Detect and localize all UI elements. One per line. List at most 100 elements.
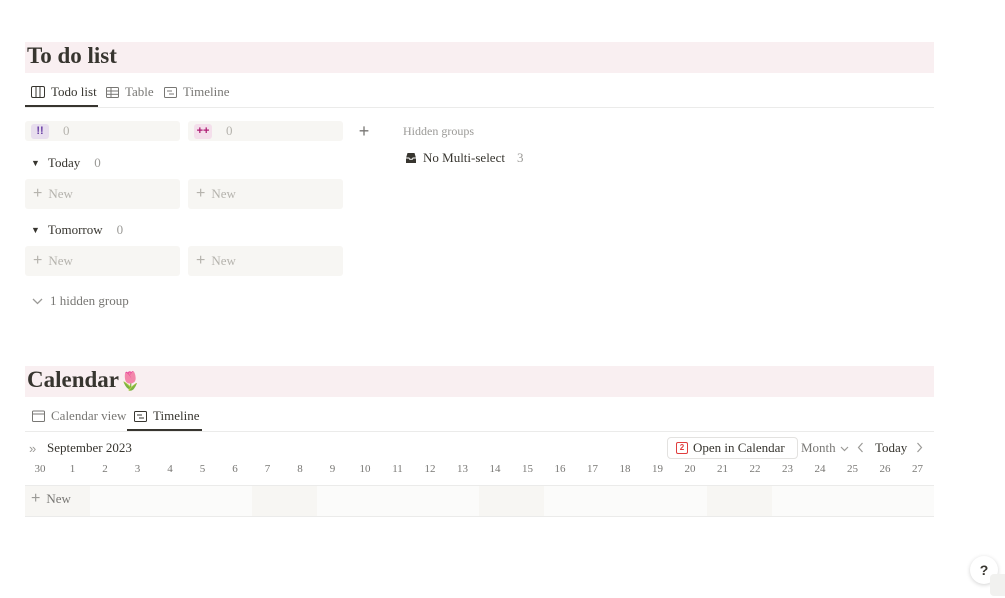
tab-calendar-view-label: Calendar view: [51, 408, 127, 423]
new-card-label: New: [211, 186, 236, 201]
calendar-icon-day: 2: [679, 443, 685, 452]
next-button[interactable]: [916, 441, 923, 457]
timeline-day-number: 2: [102, 463, 108, 475]
double-chevron-right-icon: »: [29, 441, 37, 456]
column-count: 0: [226, 123, 233, 138]
tab-calendar-view[interactable]: Calendar view: [31, 408, 126, 424]
new-card-label: New: [211, 253, 236, 268]
column-header-plus[interactable]: ++ 0: [188, 121, 343, 141]
open-in-calendar-button[interactable]: 2 Open in Calendar: [667, 437, 798, 459]
prev-button[interactable]: [857, 441, 864, 457]
timeline-day-number: 8: [297, 463, 303, 475]
timeline-day-number: 3: [134, 463, 141, 475]
tab-calendar-timeline-label: Timeline: [153, 408, 200, 423]
chevron-left-icon: [857, 441, 864, 456]
tab-table-label: Table: [125, 84, 154, 99]
timeline-day-number: 15: [522, 463, 533, 475]
timeline-day-number: 16: [554, 463, 566, 475]
new-card-button[interactable]: + New: [25, 246, 180, 276]
calendar-tabs-divider: [25, 431, 934, 432]
group-count: 0: [94, 155, 101, 170]
month-label: September 2023: [47, 440, 132, 455]
timeline-day-number: 19: [652, 463, 663, 475]
hidden-group-toggle[interactable]: 1 hidden group: [30, 293, 129, 309]
plus-icon: +: [33, 185, 43, 202]
timeline-icon: [133, 409, 147, 423]
tab-todo-list-label: Todo list: [51, 84, 97, 99]
new-card-button[interactable]: + New: [188, 179, 343, 209]
corner-widget: [990, 574, 1005, 596]
tab-calendar-timeline[interactable]: Timeline: [133, 408, 199, 424]
new-card-label: New: [48, 186, 73, 201]
timeline-day-number: 5: [199, 463, 206, 475]
triangle-down-icon: ▼: [31, 158, 40, 168]
todo-page-title: To do list: [27, 43, 117, 68]
tab-timeline-label: Timeline: [183, 84, 230, 99]
timeline-day-number: 10: [359, 463, 371, 475]
hidden-group-item[interactable]: No Multi-select 3: [404, 150, 523, 166]
timeline-bottom-border: [25, 516, 934, 517]
column-header-priority[interactable]: !! 0: [25, 121, 180, 141]
timeline-day-number: 21: [717, 463, 728, 475]
tab-table[interactable]: Table: [105, 84, 154, 100]
calendar-page-title: Calendar🌷: [27, 367, 141, 393]
hidden-group-toggle-label: 1 hidden group: [50, 293, 129, 308]
help-icon: ?: [979, 562, 989, 578]
inbox-icon: [404, 151, 418, 165]
plus-icon: +: [33, 252, 43, 269]
group-label: Today: [47, 155, 81, 170]
timeline-day-number: 20: [684, 463, 696, 475]
calendar-header-banner: Calendar🌷: [25, 366, 934, 397]
group-label: Tomorrow: [47, 222, 103, 237]
timeline-day-number: 23: [782, 463, 793, 475]
column-tag: ++: [194, 123, 212, 139]
weekend-shade: [479, 486, 544, 516]
weekend-shade: [252, 486, 317, 516]
timeline-icon: [163, 85, 177, 99]
calendar-icon: [31, 409, 45, 423]
timeline-day-number: 22: [749, 463, 761, 475]
new-card-button[interactable]: + New: [25, 179, 180, 209]
timeline-day-number: 4: [167, 463, 173, 475]
timeline-new-button[interactable]: + New: [31, 490, 71, 508]
hidden-group-count: 3: [516, 150, 524, 165]
column-count: 0: [63, 123, 70, 138]
chevron-right-icon: [916, 441, 923, 456]
tab-todo-list[interactable]: Todo list: [31, 84, 97, 100]
plus-icon: +: [196, 252, 206, 269]
calendar-title-text: Calendar: [27, 367, 119, 392]
new-card-label: New: [48, 253, 73, 268]
tulip-icon: 🌷: [119, 371, 142, 391]
timeline-day-number: 9: [329, 463, 336, 475]
timeline-day-number: 17: [587, 463, 598, 475]
timeline-day-number: 13: [457, 463, 468, 475]
timeline-new-label: New: [46, 491, 71, 506]
timeline-day-number: 7: [264, 463, 271, 475]
timeline-day-number: 6: [232, 463, 238, 475]
range-select-label: Month: [801, 440, 836, 455]
plus-icon: +: [358, 121, 370, 141]
hidden-groups-heading: Hidden groups: [403, 124, 474, 138]
plus-icon: +: [31, 490, 41, 507]
chevron-down-icon: [840, 440, 849, 456]
calendar-app-icon: 2: [676, 442, 688, 454]
range-select[interactable]: Month: [801, 440, 849, 456]
timeline-day-number: 27: [912, 463, 923, 475]
new-card-button[interactable]: + New: [188, 246, 343, 276]
group-today[interactable]: ▼ Today 0: [31, 155, 101, 171]
todo-tabs-divider: [25, 107, 934, 108]
weekend-shade: [707, 486, 772, 516]
add-column-button[interactable]: +: [352, 121, 376, 141]
today-button[interactable]: Today: [875, 440, 907, 456]
group-tomorrow[interactable]: ▼ Tomorrow 0: [31, 222, 123, 238]
timeline-day-number: 1: [69, 463, 76, 475]
timeline-day-number: 24: [814, 463, 826, 475]
tab-timeline[interactable]: Timeline: [163, 84, 229, 100]
table-icon: [105, 85, 119, 99]
timeline-day-number: 18: [619, 463, 631, 475]
chevron-down-icon: [30, 294, 44, 308]
timeline-day-number: 26: [879, 463, 891, 475]
open-in-calendar-label: Open in Calendar: [693, 440, 785, 455]
expand-sidebar-button[interactable]: »: [29, 441, 36, 456]
hidden-group-label: No Multi-select: [423, 150, 505, 165]
